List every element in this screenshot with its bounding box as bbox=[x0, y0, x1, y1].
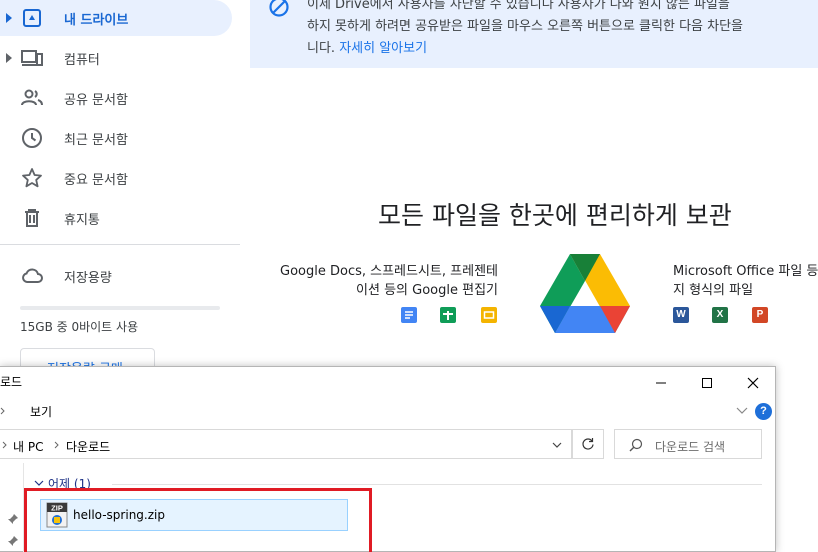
sidebar-item-label: 컴퓨터 bbox=[64, 52, 100, 68]
empty-state-title: 모든 파일을 한곳에 편리하게 보관 bbox=[378, 201, 732, 230]
search-placeholder: 다운로드 검색 bbox=[655, 440, 726, 454]
sidebar-item-label: 저장용량 bbox=[64, 270, 112, 286]
close-icon bbox=[747, 377, 759, 389]
breadcrumb-downloads[interactable]: 다운로드 bbox=[66, 438, 110, 455]
description-line: 지 형식의 파일 bbox=[673, 283, 754, 298]
refresh-icon bbox=[582, 438, 594, 450]
sheets-icon bbox=[440, 307, 456, 323]
powerpoint-icon: P bbox=[752, 307, 768, 323]
excel-icon: X bbox=[712, 307, 728, 323]
sidebar-item-label: 공유 문서함 bbox=[64, 92, 128, 108]
sidebar-item-label: 휴지통 bbox=[64, 212, 100, 228]
minimize-button[interactable] bbox=[638, 367, 684, 399]
sidebar-item-label: 최근 문서함 bbox=[64, 132, 128, 148]
search-icon bbox=[629, 438, 643, 452]
clock-icon bbox=[22, 128, 42, 148]
storage-progress-bar bbox=[20, 306, 220, 310]
search-input[interactable]: 다운로드 검색 bbox=[614, 429, 762, 459]
block-icon bbox=[269, 0, 289, 17]
close-button[interactable] bbox=[730, 367, 776, 399]
address-history-chevron-icon[interactable] bbox=[552, 441, 562, 449]
banner-text-line-2: 하지 못하게 하려면 공유받은 파일을 마우스 오른쪽 버튼으로 클릭한 다음 … bbox=[307, 19, 744, 34]
maximize-icon bbox=[702, 378, 712, 388]
word-icon: W bbox=[673, 307, 689, 323]
cloud-icon bbox=[22, 268, 43, 283]
learn-more-link[interactable]: 자세히 알아보기 bbox=[339, 41, 427, 56]
drive-icon bbox=[23, 9, 41, 27]
minimize-icon bbox=[656, 382, 666, 384]
sidebar-item-label: 중요 문서함 bbox=[64, 172, 128, 188]
group-divider bbox=[112, 484, 762, 485]
block-users-banner: 이제 Drive에서 사용자를 차단할 수 있습니다 사용자가 나와 원치 않는… bbox=[250, 0, 818, 68]
file-explorer-window: 로드 보기 ? 내 PC 다운로드 다운로드 검색 어제 (1) ZIP hel… bbox=[0, 366, 776, 552]
sidebar-item-computers[interactable]: 컴퓨터 bbox=[0, 40, 232, 76]
sidebar-item-starred[interactable]: 중요 문서함 bbox=[0, 160, 232, 196]
group-collapse-chevron-icon[interactable] bbox=[34, 480, 44, 487]
trash-icon bbox=[25, 209, 39, 227]
pin-icon[interactable] bbox=[7, 535, 19, 547]
banner-text-line-3: 니다. 자세히 알아보기 bbox=[307, 37, 427, 56]
refresh-button[interactable] bbox=[572, 429, 604, 459]
star-icon bbox=[22, 168, 42, 188]
ribbon-expand-icon[interactable] bbox=[736, 407, 748, 415]
expand-caret-icon[interactable] bbox=[6, 13, 12, 23]
ribbon-arrow-icon bbox=[0, 407, 5, 415]
pin-icon[interactable] bbox=[7, 513, 19, 525]
navigation-pane bbox=[0, 463, 24, 552]
expand-caret-icon[interactable] bbox=[6, 53, 12, 63]
slides-icon bbox=[481, 307, 497, 323]
breadcrumb-separator-icon bbox=[2, 441, 7, 449]
sidebar-item-shared[interactable]: 공유 문서함 bbox=[0, 80, 232, 116]
sidebar-divider bbox=[0, 244, 240, 245]
red-highlight-box bbox=[24, 488, 372, 552]
address-bar[interactable]: 내 PC 다운로드 bbox=[0, 429, 572, 459]
computer-icon bbox=[21, 50, 43, 66]
banner-text-prefix: 니다. bbox=[307, 41, 336, 56]
office-files-description: Microsoft Office 파일 등 지 형식의 파일 bbox=[673, 262, 818, 300]
sidebar-item-label: 내 드라이브 bbox=[64, 12, 129, 28]
window-title: 로드 bbox=[0, 375, 23, 389]
breadcrumb-this-pc[interactable]: 내 PC bbox=[13, 438, 43, 455]
description-line: Google Docs, 스프레드시트, 프레젠테 bbox=[280, 264, 498, 279]
breadcrumb-separator-icon bbox=[54, 441, 59, 449]
sidebar-item-my-drive[interactable]: 내 드라이브 bbox=[0, 0, 232, 36]
help-icon[interactable]: ? bbox=[755, 403, 772, 420]
sidebar-item-recent[interactable]: 최근 문서함 bbox=[0, 120, 232, 156]
banner-text-line-1: 이제 Drive에서 사용자를 차단할 수 있습니다 사용자가 나와 원치 않는… bbox=[307, 0, 730, 12]
google-editors-description: Google Docs, 스프레드시트, 프레젠테 이션 등의 Google 편… bbox=[252, 262, 498, 300]
docs-icon bbox=[401, 307, 417, 323]
sidebar-item-storage[interactable]: 저장용량 bbox=[0, 258, 232, 294]
description-line: Microsoft Office 파일 등 bbox=[673, 264, 818, 279]
google-drive-logo bbox=[540, 254, 630, 333]
sidebar-item-trash[interactable]: 휴지통 bbox=[0, 200, 232, 236]
tab-view[interactable]: 보기 bbox=[30, 403, 52, 420]
people-icon bbox=[21, 89, 43, 106]
storage-usage-text: 15GB 중 0바이트 사용 bbox=[20, 320, 139, 334]
description-line: 이션 등의 Google 편집기 bbox=[356, 283, 498, 298]
maximize-button[interactable] bbox=[684, 367, 730, 399]
